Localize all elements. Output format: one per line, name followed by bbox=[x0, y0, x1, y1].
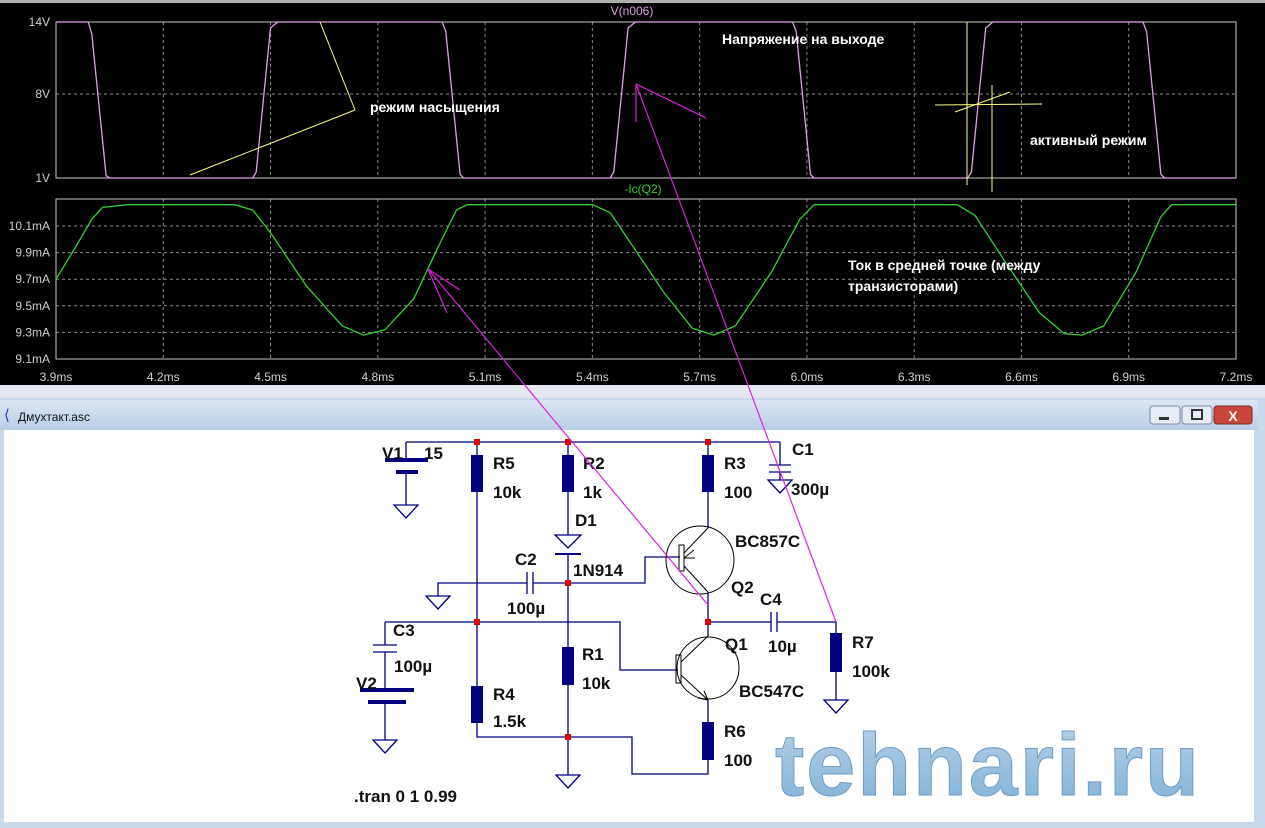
annotation-active-mode: активный режим bbox=[1030, 132, 1147, 148]
annotation-midpoint-current: Ток в средней точке (между bbox=[848, 257, 1041, 273]
trace-label-current[interactable]: -Ic(Q2) bbox=[624, 182, 661, 196]
label-c3-name[interactable]: C3 bbox=[393, 621, 415, 640]
resistor-r6 bbox=[702, 722, 714, 760]
label-c4-name[interactable]: C4 bbox=[760, 590, 782, 609]
ltspice-screen: V(n006) -Ic(Q2) 3.9ms 4.2ms 4.5ms 4.8ms 5.1m… bbox=[0, 0, 1265, 828]
y-tick-label-voltage: 14V bbox=[29, 15, 50, 29]
label-v1-name[interactable]: V1 bbox=[382, 444, 403, 463]
annotation-midpoint-current-2: транзисторами) bbox=[848, 278, 958, 294]
label-r5-name[interactable]: R5 bbox=[493, 454, 515, 473]
label-r7-value[interactable]: 100k bbox=[852, 662, 890, 681]
x-tick-label: 5.4ms bbox=[576, 370, 609, 384]
label-r2-value[interactable]: 1k bbox=[583, 483, 602, 502]
label-q1-name[interactable]: Q1 bbox=[725, 635, 748, 654]
label-r6-value[interactable]: 100 bbox=[724, 751, 752, 770]
x-tick-label: 6.6ms bbox=[1005, 370, 1038, 384]
schematic-window: ⟨ Дмухтакт.asc X V1 15 R5 10k R2 1k R3 1… bbox=[0, 398, 1265, 828]
label-v2-name[interactable]: V2 bbox=[356, 674, 377, 693]
label-r7-name[interactable]: R7 bbox=[852, 633, 874, 652]
x-tick-label: 4.5ms bbox=[254, 370, 287, 384]
label-r5-value[interactable]: 10k bbox=[493, 483, 522, 502]
label-c4-value[interactable]: 10µ bbox=[768, 637, 797, 656]
x-tick-label: 5.1ms bbox=[469, 370, 502, 384]
x-tick-label: 5.7ms bbox=[683, 370, 716, 384]
waveform-viewer[interactable]: V(n006) -Ic(Q2) 3.9ms 4.2ms 4.5ms 4.8ms 5.1m… bbox=[0, 0, 1265, 385]
minimize-icon bbox=[1159, 417, 1169, 420]
label-c1-name[interactable]: C1 bbox=[792, 440, 814, 459]
label-d1-name[interactable]: D1 bbox=[575, 511, 597, 530]
label-c2-name[interactable]: C2 bbox=[515, 550, 537, 569]
x-tick-label: 6.0ms bbox=[791, 370, 824, 384]
resistor-r5 bbox=[471, 455, 483, 492]
label-r4-value[interactable]: 1.5k bbox=[493, 712, 527, 731]
label-q2-value[interactable]: BC857C bbox=[735, 532, 800, 551]
watermark-logo: tehnari.ru bbox=[775, 715, 1201, 814]
x-tick-label: 7.2ms bbox=[1220, 370, 1253, 384]
y-tick-label-current: 9.3mA bbox=[15, 325, 50, 339]
y-tick-label-voltage: 8V bbox=[35, 87, 50, 101]
title-bar[interactable] bbox=[0, 400, 1258, 430]
x-tick-label: 3.9ms bbox=[40, 370, 73, 384]
y-tick-label-current: 9.5mA bbox=[15, 299, 50, 313]
label-q2-name[interactable]: Q2 bbox=[731, 578, 754, 597]
resistor-r7 bbox=[830, 633, 842, 672]
maximize-button[interactable] bbox=[1181, 405, 1213, 425]
x-tick-label: 4.8ms bbox=[361, 370, 394, 384]
resistor-r2 bbox=[562, 455, 574, 492]
annotation-output-voltage: Напряжение на выходе bbox=[722, 31, 885, 47]
label-c2-value[interactable]: 100µ bbox=[507, 599, 545, 618]
x-tick-label: 6.9ms bbox=[1112, 370, 1145, 384]
label-q1-value[interactable]: BC547C bbox=[739, 682, 804, 701]
y-tick-label-current: 9.7mA bbox=[15, 272, 50, 286]
close-icon: X bbox=[1228, 408, 1238, 424]
y-tick-label-voltage: 1V bbox=[35, 171, 50, 185]
label-r4-name[interactable]: R4 bbox=[493, 685, 515, 704]
label-r3-value[interactable]: 100 bbox=[724, 483, 752, 502]
ltspice-schematic-icon: ⟨ bbox=[4, 407, 10, 424]
annotation-saturation: режим насыщения bbox=[370, 99, 500, 115]
minimize-button[interactable] bbox=[1149, 405, 1181, 425]
label-r1-name[interactable]: R1 bbox=[582, 645, 604, 664]
label-c1-value[interactable]: 300µ bbox=[791, 480, 829, 499]
y-tick-label-current: 10.1mA bbox=[9, 219, 50, 233]
close-button[interactable]: X bbox=[1213, 405, 1253, 425]
trace-label-voltage[interactable]: V(n006) bbox=[611, 4, 654, 18]
label-c3-value[interactable]: 100µ bbox=[394, 657, 432, 676]
resistor-r1 bbox=[562, 647, 574, 685]
y-tick-label-current: 9.1mA bbox=[15, 352, 50, 366]
x-tick-label: 6.3ms bbox=[898, 370, 931, 384]
pane-separator[interactable] bbox=[0, 385, 1265, 398]
spice-directive[interactable]: .tran 0 1 0.99 bbox=[354, 787, 457, 806]
label-r1-value[interactable]: 10k bbox=[582, 674, 611, 693]
label-v1-value[interactable]: 15 bbox=[424, 444, 443, 463]
resistor-r3 bbox=[702, 455, 714, 492]
label-r2-name[interactable]: R2 bbox=[583, 454, 605, 473]
x-tick-label: 4.2ms bbox=[147, 370, 180, 384]
label-d1-value[interactable]: 1N914 bbox=[573, 561, 624, 580]
window-title: Дмухтакт.asc bbox=[18, 410, 90, 424]
label-r6-name[interactable]: R6 bbox=[724, 722, 746, 741]
y-tick-label-current: 9.9mA bbox=[15, 246, 50, 260]
resistor-r4 bbox=[471, 686, 483, 723]
label-r3-name[interactable]: R3 bbox=[724, 454, 746, 473]
